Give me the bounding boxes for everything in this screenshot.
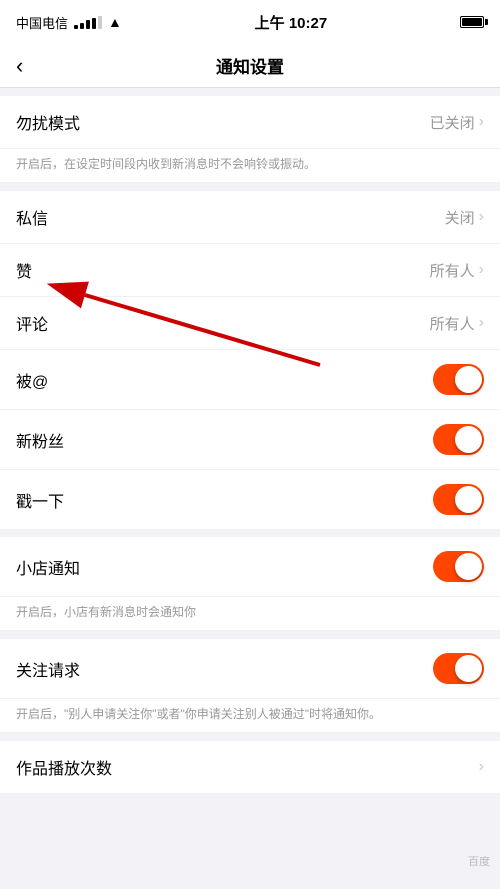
signal-bars: [74, 16, 102, 29]
signal-bar-2: [80, 23, 84, 29]
row-challenge: 戳一下: [0, 470, 500, 529]
private-message-label: 私信: [16, 205, 48, 229]
likes-status: 所有人: [430, 260, 475, 281]
follow-request-toggle[interactable]: [433, 653, 484, 684]
comments-chevron: ›: [479, 314, 484, 332]
shop-hint: 开启后，小店有新消息时会通知你: [0, 597, 500, 631]
dnd-hint: 开启后，在设定时间段内收到新消息时不会响铃或振动。: [0, 149, 500, 183]
new-fans-label: 新粉丝: [16, 428, 64, 452]
page-wrapper: 中国电信 ▲ 上午 10:27 ‹ 通知设置 勿扰模式: [0, 0, 500, 889]
dnd-value: 已关闭 ›: [430, 112, 484, 133]
new-fans-knob: [455, 426, 482, 453]
challenge-toggle[interactable]: [433, 484, 484, 515]
dnd-chevron: ›: [479, 113, 484, 131]
play-count-label: 作品播放次数: [16, 755, 112, 779]
private-message-chevron: ›: [479, 208, 484, 226]
likes-chevron: ›: [479, 261, 484, 279]
battery-icon: [460, 16, 484, 28]
status-right: [460, 16, 484, 28]
section-follow: 关注请求 开启后，"别人申请关注你"或者"你申请关注别人被通过"时将通知你。: [0, 639, 500, 733]
comments-status: 所有人: [430, 313, 475, 334]
carrier-label: 中国电信: [16, 13, 68, 32]
shop-notice-label: 小店通知: [16, 555, 80, 579]
row-play-count[interactable]: 作品播放次数 ›: [0, 741, 500, 793]
signal-bar-3: [86, 20, 90, 29]
nav-bar: ‹ 通知设置: [0, 44, 500, 88]
likes-label: 赞: [16, 258, 32, 282]
settings-content: 勿扰模式 已关闭 › 开启后，在设定时间段内收到新消息时不会响铃或振动。 私信 …: [0, 88, 500, 793]
row-new-fans: 新粉丝: [0, 410, 500, 470]
likes-value: 所有人 ›: [430, 260, 484, 281]
back-button[interactable]: ‹: [16, 53, 23, 79]
signal-bar-1: [74, 25, 78, 29]
row-at-mention: 被@: [0, 350, 500, 410]
play-count-value: ›: [479, 758, 484, 776]
status-left: 中国电信 ▲: [16, 13, 122, 32]
row-comments[interactable]: 评论 所有人 ›: [0, 297, 500, 350]
follow-request-knob: [455, 655, 482, 682]
section-dnd: 勿扰模式 已关闭 › 开启后，在设定时间段内收到新消息时不会响铃或振动。: [0, 96, 500, 183]
dnd-label: 勿扰模式: [16, 110, 80, 134]
status-bar: 中国电信 ▲ 上午 10:27: [0, 0, 500, 44]
challenge-knob: [455, 486, 482, 513]
row-private-message[interactable]: 私信 关闭 ›: [0, 191, 500, 244]
row-likes[interactable]: 赞 所有人 ›: [0, 244, 500, 297]
page-title: 通知设置: [216, 53, 284, 78]
row-dnd-mode[interactable]: 勿扰模式 已关闭 ›: [0, 96, 500, 149]
section-interactions: 私信 关闭 › 赞 所有人 › 评论 所有人 ›: [0, 191, 500, 529]
watermark: 百度: [468, 853, 490, 869]
shop-notice-toggle[interactable]: [433, 551, 484, 582]
wifi-icon: ▲: [108, 14, 122, 30]
signal-bar-4: [92, 18, 96, 29]
section-shop: 小店通知 开启后，小店有新消息时会通知你: [0, 537, 500, 631]
at-mention-toggle[interactable]: [433, 364, 484, 395]
play-count-chevron: ›: [479, 758, 484, 776]
battery-fill: [462, 18, 482, 26]
dnd-status: 已关闭: [430, 112, 475, 133]
comments-value: 所有人 ›: [430, 313, 484, 334]
new-fans-toggle[interactable]: [433, 424, 484, 455]
follow-request-label: 关注请求: [16, 657, 80, 681]
challenge-label: 戳一下: [16, 488, 64, 512]
shop-notice-knob: [455, 553, 482, 580]
signal-bar-5: [98, 16, 102, 29]
follow-hint: 开启后，"别人申请关注你"或者"你申请关注别人被通过"时将通知你。: [0, 699, 500, 733]
section-playcount: 作品播放次数 ›: [0, 741, 500, 793]
private-message-status: 关闭: [445, 207, 475, 228]
status-time: 上午 10:27: [255, 12, 328, 33]
at-mention-label: 被@: [16, 368, 48, 392]
row-follow-request: 关注请求: [0, 639, 500, 699]
private-message-value: 关闭 ›: [445, 207, 484, 228]
comments-label: 评论: [16, 311, 48, 335]
at-mention-knob: [455, 366, 482, 393]
row-shop-notice: 小店通知: [0, 537, 500, 597]
